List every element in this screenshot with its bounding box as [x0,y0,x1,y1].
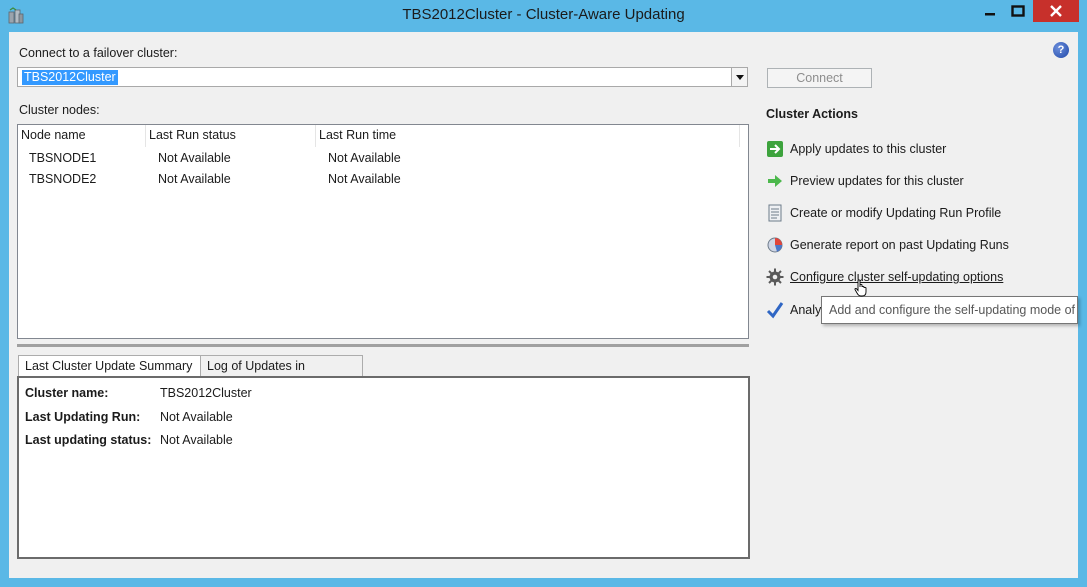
last-updating-run-value: Not Available [160,410,233,424]
tab-last-cluster-update-summary[interactable]: Last Cluster Update Summary [18,355,201,378]
close-icon [1050,5,1062,17]
node-name-cell: TBSNODE2 [29,172,97,186]
cluster-nodes-list[interactable]: Node name Last Run status Last Run time … [17,124,749,339]
last-updating-status-value: Not Available [160,433,233,447]
cluster-combobox-value[interactable]: TBS2012Cluster [22,70,118,85]
cluster-actions-title: Cluster Actions [766,107,858,121]
table-row[interactable]: TBSNODE2 Not Available Not Available [18,169,748,190]
apply-updates-icon [767,141,783,157]
hand-cursor-icon [854,279,867,297]
column-header-last-run-time[interactable]: Last Run time [316,125,740,147]
column-header-last-run-status[interactable]: Last Run status [146,125,316,147]
close-button[interactable] [1033,0,1079,22]
column-header-node-name[interactable]: Node name [18,125,146,147]
table-row[interactable]: TBSNODE1 Not Available Not Available [18,148,748,169]
last-run-status-cell: Not Available [158,172,231,186]
last-updating-run-label: Last Updating Run: [25,410,141,424]
combobox-dropdown-button[interactable] [731,68,747,86]
tab-log-of-updates[interactable]: Log of Updates in Progress [200,355,363,394]
last-run-status-cell: Not Available [158,151,231,165]
last-run-time-cell: Not Available [328,151,401,165]
preview-updates-label[interactable]: Preview updates for this cluster [790,174,964,188]
chevron-down-icon [735,74,744,80]
connect-button[interactable]: Connect [767,68,872,88]
connect-label: Connect to a failover cluster: [19,46,178,60]
title-bar[interactable]: TBS2012Cluster - Cluster-Aware Updating [0,0,1087,32]
last-updating-status-label: Last updating status: [25,433,152,447]
configure-self-updating-label[interactable]: Configure cluster self-updating options [790,270,1003,284]
pane-splitter[interactable] [17,344,749,347]
generate-report-label[interactable]: Generate report on past Updating Runs [790,238,1009,252]
tooltip: Add and configure the self-updating mode… [821,296,1078,324]
maximize-icon [1011,5,1025,17]
minimize-button[interactable] [975,0,1005,22]
profile-document-icon [768,204,782,222]
updating-run-profile-label[interactable]: Create or modify Updating Run Profile [790,206,1001,220]
minimize-icon [985,13,995,16]
maximize-button[interactable] [1005,0,1031,22]
analyze-readiness-label[interactable]: Analy [790,303,821,317]
nodes-list-header: Node name Last Run status Last Run time [18,125,748,147]
report-chart-icon [767,237,783,253]
cluster-name-label: Cluster name: [25,386,109,400]
cluster-name-value: TBS2012Cluster [160,386,252,400]
cluster-nodes-label: Cluster nodes: [19,103,100,117]
apply-updates-label[interactable]: Apply updates to this cluster [790,142,946,156]
help-icon[interactable]: ? [1053,42,1069,58]
cluster-combobox[interactable]: TBS2012Cluster [17,67,748,87]
preview-arrow-icon [768,175,782,187]
gear-icon [766,268,784,286]
update-summary-panel: Cluster name: TBS2012Cluster Last Updati… [17,376,750,559]
window-title: TBS2012Cluster - Cluster-Aware Updating [402,6,685,23]
last-run-time-cell: Not Available [328,172,401,186]
application-window: TBS2012Cluster - Cluster-Aware Updating … [0,0,1087,587]
main-panel: ? Connect to a failover cluster: TBS2012… [9,32,1078,578]
checkmark-icon [766,302,784,319]
node-name-cell: TBSNODE1 [29,151,97,165]
